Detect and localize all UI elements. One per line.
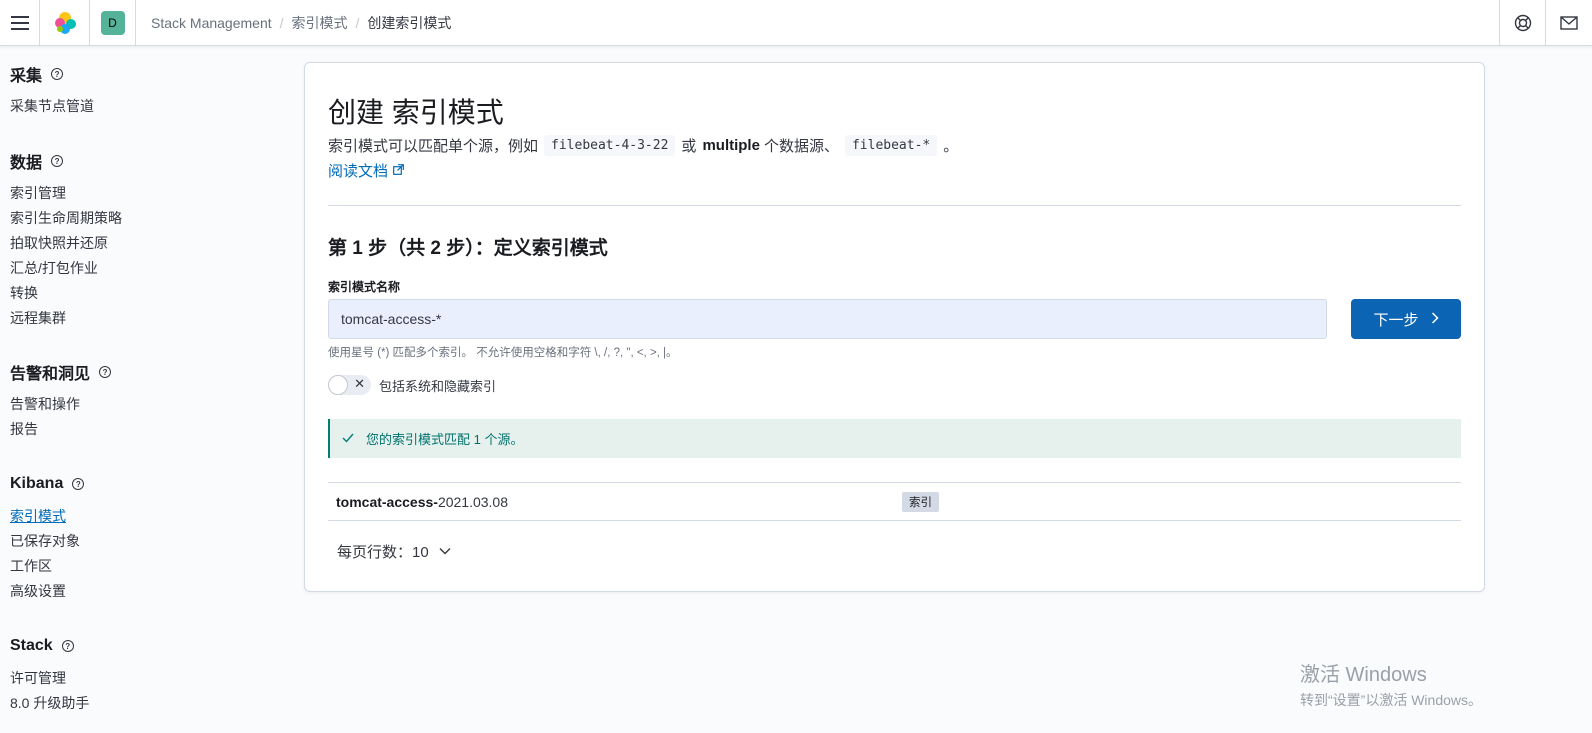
nav-group-title: 告警和洞见 ? bbox=[10, 361, 112, 383]
page-description: 索引模式可以匹配单个源，例如 filebeat-4-3-22 或 multipl… bbox=[328, 135, 958, 156]
include-hidden-label[interactable]: 包括系统和隐藏索引 bbox=[379, 376, 496, 395]
nav-group-title: Kibana ? bbox=[10, 473, 85, 495]
cross-icon: ✕ bbox=[354, 376, 365, 391]
matched-index-name: tomcat-access-2021.03.08 bbox=[336, 494, 508, 510]
sidebar-item-ilm-policies[interactable]: 索引生命周期策略 bbox=[10, 206, 122, 231]
field-help-text: 使用星号 (*) 匹配多个索引。 不允许使用空格和字符 \, /, ?, ", … bbox=[328, 347, 678, 359]
windows-activation-watermark: 激活 Windows 转到“设置”以激活 Windows。 bbox=[1300, 658, 1482, 710]
mail-icon[interactable] bbox=[1560, 15, 1578, 30]
breadcrumb-index-patterns[interactable]: 索引模式 bbox=[292, 13, 348, 33]
example-code-multiple: filebeat-* bbox=[844, 135, 938, 156]
sidebar-item-advanced-settings[interactable]: 高级设置 bbox=[10, 579, 84, 604]
external-link-icon[interactable] bbox=[393, 163, 404, 178]
nav-group-title: 采集 ? bbox=[10, 63, 94, 85]
nav-group-title: Stack ? bbox=[10, 635, 89, 657]
desc-text: 个数据源、 bbox=[763, 138, 839, 155]
include-hidden-toggle[interactable]: ✕ bbox=[328, 375, 371, 395]
rows-per-page-label[interactable]: 每页行数：10 bbox=[337, 541, 429, 562]
newsfeed-button[interactable] bbox=[1545, 0, 1592, 45]
sidebar-item-reporting[interactable]: 报告 bbox=[10, 417, 111, 442]
help-menu-button[interactable] bbox=[1499, 0, 1545, 45]
sidebar-item-ingest-pipelines[interactable]: 采集节点管道 bbox=[10, 94, 94, 119]
chevron-down-icon[interactable] bbox=[439, 546, 451, 558]
index-pattern-name-label: 索引模式名称 bbox=[328, 280, 401, 294]
desc-text: 或 bbox=[681, 138, 697, 155]
watermark-title: 激活 Windows bbox=[1300, 664, 1427, 686]
check-icon bbox=[342, 431, 354, 446]
breadcrumb-current: 创建索引模式 bbox=[367, 14, 452, 31]
sidebar-item-spaces[interactable]: 工作区 bbox=[10, 554, 84, 579]
nav-group-title: 数据 ? bbox=[10, 150, 122, 172]
breadcrumb-separator: / bbox=[355, 14, 360, 31]
lifebuoy-icon[interactable] bbox=[1514, 14, 1532, 32]
side-nav: 采集 ? 采集节点管道 数据 ? 索引管理 索引生命周期策略 拍取快照并还原 汇… bbox=[0, 46, 290, 733]
divider bbox=[328, 205, 1461, 206]
sidebar-item-transforms[interactable]: 转换 bbox=[10, 281, 122, 306]
breadcrumb: Stack Management / 索引模式 / 创建索引模式 bbox=[151, 0, 451, 45]
nav-group-data: 数据 ? 索引管理 索引生命周期策略 拍取快照并还原 汇总/打包作业 转换 远程… bbox=[10, 150, 122, 331]
help-icon[interactable]: ? bbox=[51, 68, 64, 80]
help-icon[interactable]: ? bbox=[61, 640, 74, 652]
breadcrumb-stack-management[interactable]: Stack Management bbox=[151, 15, 272, 31]
sidebar-item-remote-clusters[interactable]: 远程集群 bbox=[10, 306, 122, 331]
sidebar-item-saved-objects[interactable]: 已保存对象 bbox=[10, 529, 84, 554]
sidebar-item-index-management[interactable]: 索引管理 bbox=[10, 181, 122, 206]
match-success-callout: 您的索引模式匹配 1 个源。 bbox=[328, 419, 1461, 458]
help-icon[interactable]: ? bbox=[99, 366, 112, 378]
sidebar-item-snapshot-restore[interactable]: 拍取快照并还原 bbox=[10, 231, 122, 256]
sidebar-item-index-patterns[interactable]: 索引模式 bbox=[10, 504, 84, 529]
next-step-label[interactable]: 下一步 bbox=[1373, 309, 1418, 330]
watermark-subtitle: 转到“设置”以激活 Windows。 bbox=[1300, 692, 1483, 708]
callout-text: 您的索引模式匹配 1 个源。 bbox=[366, 432, 524, 447]
desc-bold: multiple bbox=[702, 137, 760, 154]
include-hidden-toggle-row[interactable]: ✕ 包括系统和隐藏索引 bbox=[328, 375, 496, 395]
nav-group-kibana: Kibana ? 索引模式 已保存对象 工作区 高级设置 bbox=[10, 473, 85, 604]
index-pattern-name-input[interactable] bbox=[328, 299, 1327, 339]
sidebar-item-license-management[interactable]: 许可管理 bbox=[10, 666, 89, 691]
elastic-logo[interactable] bbox=[40, 0, 90, 45]
nav-group-title-text: 告警和洞见 bbox=[10, 366, 91, 383]
nav-group-stack: Stack ? 许可管理 8.0 升级助手 bbox=[10, 635, 89, 716]
breadcrumb-separator: / bbox=[279, 14, 284, 31]
nav-group-title-text: 数据 bbox=[10, 155, 43, 172]
desc-text: 索引模式可以匹配单个源，例如 bbox=[328, 138, 539, 155]
sidebar-item-rollup-jobs[interactable]: 汇总/打包作业 bbox=[10, 256, 122, 281]
space-avatar[interactable]: D bbox=[100, 10, 125, 35]
page-title: 创建 索引模式 bbox=[328, 97, 504, 128]
hamburger-icon[interactable] bbox=[10, 15, 29, 30]
top-header: D Stack Management / 索引模式 / 创建索引模式 bbox=[0, 0, 1592, 46]
sidebar-item-upgrade-assistant[interactable]: 8.0 升级助手 bbox=[10, 691, 89, 716]
next-step-button[interactable]: 下一步 bbox=[1351, 299, 1461, 339]
help-icon[interactable]: ? bbox=[72, 478, 85, 490]
nav-group-ingest: 采集 ? 采集节点管道 bbox=[10, 63, 94, 119]
menu-toggle[interactable] bbox=[0, 0, 40, 45]
desc-text: 。 bbox=[943, 138, 959, 155]
nav-group-title-text: 采集 bbox=[10, 68, 43, 85]
nav-group-title-text: Stack bbox=[10, 637, 53, 654]
rows-per-page-selector[interactable]: 每页行数：10 bbox=[337, 541, 451, 562]
toggle-knob[interactable] bbox=[328, 375, 348, 395]
help-icon[interactable]: ? bbox=[51, 155, 64, 167]
matched-index-prefix: tomcat-access- bbox=[336, 493, 438, 510]
read-docs-link[interactable]: 阅读文档 bbox=[328, 160, 404, 181]
matched-index-suffix: 2021.03.08 bbox=[437, 493, 509, 510]
example-code-single: filebeat-4-3-22 bbox=[544, 135, 676, 156]
step-title: 第 1 步（共 2 步）：定义索引模式 bbox=[328, 238, 608, 259]
index-badge: 索引 bbox=[902, 492, 939, 512]
nav-group-alerts-insights: 告警和洞见 ? 告警和操作 报告 bbox=[10, 361, 112, 442]
elastic-logo-icon[interactable] bbox=[53, 11, 77, 35]
chevron-right-icon[interactable] bbox=[1431, 311, 1439, 328]
sidebar-item-alerts-actions[interactable]: 告警和操作 bbox=[10, 392, 111, 417]
table-row: tomcat-access-2021.03.08 索引 bbox=[328, 482, 1461, 521]
nav-group-title-text: Kibana bbox=[10, 475, 64, 492]
read-docs-label[interactable]: 阅读文档 bbox=[328, 160, 388, 181]
create-index-pattern-panel: 创建 索引模式 索引模式可以匹配单个源，例如 filebeat-4-3-22 或… bbox=[304, 62, 1485, 592]
space-selector[interactable]: D bbox=[90, 0, 136, 45]
